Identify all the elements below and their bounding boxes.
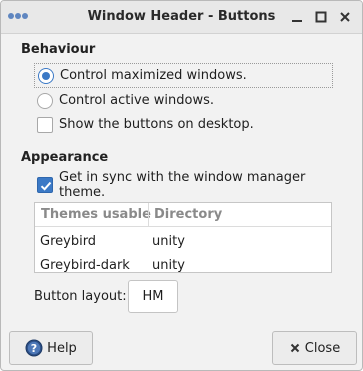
radio-label: Control maximized windows.: [60, 68, 247, 83]
help-button-label: Help: [47, 340, 77, 356]
window-controls: [288, 8, 354, 26]
title-bar: Window Header - Buttons: [1, 1, 362, 34]
theme-directory: unity: [152, 234, 185, 249]
button-layout-label: Button layout:: [34, 289, 127, 304]
radio-checked-icon[interactable]: [38, 67, 54, 84]
checkbox-show-on-desktop[interactable]: Show the buttons on desktop.: [34, 112, 333, 137]
minimize-icon[interactable]: [288, 8, 306, 26]
theme-directory: unity: [152, 258, 185, 273]
table-header: Themes usable Directory: [35, 203, 331, 227]
radio-unchecked-icon[interactable]: [37, 92, 53, 109]
radio-control-maximized[interactable]: Control maximized windows.: [34, 63, 333, 88]
checkbox-label: Get in sync with the window manager them…: [59, 169, 306, 200]
dialog-window: Window Header - Buttons Behaviour Contro…: [0, 0, 363, 371]
close-icon: [290, 343, 299, 353]
themes-table: Themes usable Directory Greybird unity G…: [34, 202, 332, 273]
column-divider: [148, 203, 149, 227]
table-row[interactable]: Greybird unity: [35, 229, 331, 253]
behaviour-heading: Behaviour: [21, 42, 96, 57]
theme-name: Greybird: [40, 234, 97, 249]
theme-name: Greybird-dark: [40, 258, 130, 273]
checkbox-sync-theme[interactable]: Get in sync with the window manager them…: [34, 169, 333, 200]
checkbox-unchecked-icon[interactable]: [37, 116, 53, 133]
close-button-label: Close: [304, 340, 341, 356]
column-header-themes[interactable]: Themes usable: [41, 207, 151, 222]
close-icon[interactable]: [336, 8, 354, 26]
checkbox-label: Show the buttons on desktop.: [59, 117, 254, 132]
close-button[interactable]: Close: [272, 331, 357, 365]
column-header-directory[interactable]: Directory: [154, 207, 222, 222]
appearance-heading: Appearance: [21, 150, 109, 165]
table-row[interactable]: Greybird-dark unity: [35, 253, 331, 277]
button-layout-input[interactable]: HM: [128, 280, 178, 313]
radio-label: Control active windows.: [59, 93, 214, 108]
svg-text:?: ?: [31, 342, 37, 355]
help-icon: ?: [25, 339, 43, 357]
maximize-icon[interactable]: [312, 8, 330, 26]
radio-control-active[interactable]: Control active windows.: [34, 88, 333, 113]
help-button[interactable]: ? Help: [9, 331, 93, 365]
checkbox-checked-icon[interactable]: [37, 176, 53, 193]
